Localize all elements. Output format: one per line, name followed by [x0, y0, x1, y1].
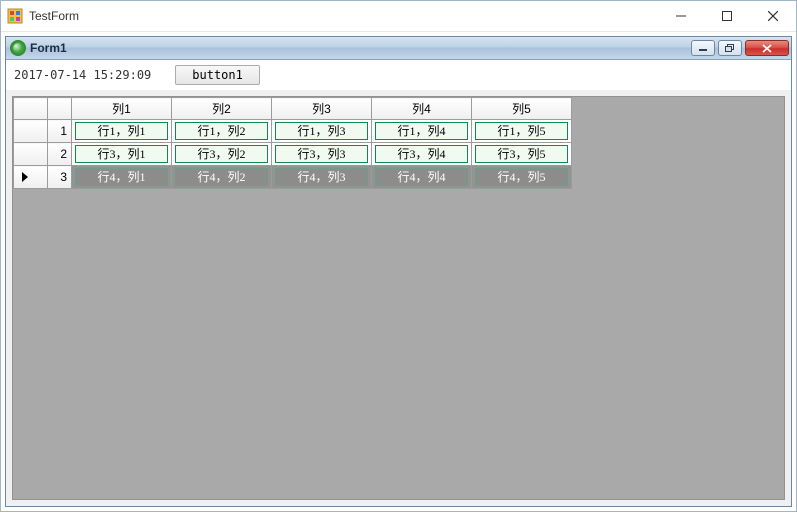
cell[interactable]: 行3，列3 [272, 143, 372, 166]
row-indicator-icon [22, 172, 28, 182]
table-row[interactable]: 1 行1，列1 行1，列2 行1，列3 行1，列4 行1，列5 [14, 120, 572, 143]
datagrid-rownum-header[interactable] [48, 98, 72, 120]
close-button[interactable] [750, 1, 796, 31]
outer-titlebar[interactable]: TestForm [1, 1, 796, 32]
mdi-minimize-button[interactable] [691, 40, 715, 56]
cell[interactable]: 行1，列5 [472, 120, 572, 143]
datagrid-corner[interactable] [14, 98, 48, 120]
cell[interactable]: 行3，列2 [172, 143, 272, 166]
column-header[interactable]: 列2 [172, 98, 272, 120]
cell[interactable]: 行1，列4 [372, 120, 472, 143]
table-row[interactable]: 2 行3，列1 行3，列2 行3，列3 行3，列4 行3，列5 [14, 143, 572, 166]
table-row[interactable]: 3 行4，列1 行4，列2 行4，列3 行4，列4 行4，列5 [14, 166, 572, 189]
cell[interactable]: 行1，列3 [272, 120, 372, 143]
child-window: Form1 2017-07-14 15:29:09 button1 [5, 36, 792, 507]
datagrid[interactable]: 列1 列2 列3 列4 列5 1 行1，列1 [12, 96, 785, 500]
row-header[interactable] [14, 143, 48, 166]
row-header[interactable] [14, 120, 48, 143]
cell[interactable]: 行4，列3 [272, 166, 372, 189]
child-window-title: Form1 [30, 41, 688, 55]
outer-window-title: TestForm [29, 9, 658, 23]
cell[interactable]: 行1，列1 [72, 120, 172, 143]
row-number[interactable]: 2 [48, 143, 72, 166]
row-number[interactable]: 3 [48, 166, 72, 189]
row-number[interactable]: 1 [48, 120, 72, 143]
form-client: 2017-07-14 15:29:09 button1 列1 列2 列3 [6, 60, 791, 506]
cell[interactable]: 行3，列5 [472, 143, 572, 166]
toolbar: 2017-07-14 15:29:09 button1 [6, 60, 791, 90]
maximize-button[interactable] [704, 1, 750, 31]
datagrid-table: 列1 列2 列3 列4 列5 1 行1，列1 [13, 97, 572, 189]
column-header[interactable]: 列5 [472, 98, 572, 120]
cell[interactable]: 行4，列2 [172, 166, 272, 189]
datagrid-header-row: 列1 列2 列3 列4 列5 [14, 98, 572, 120]
app-icon [7, 8, 23, 24]
cell[interactable]: 行3，列1 [72, 143, 172, 166]
mdi-client-area: Form1 2017-07-14 15:29:09 button1 [1, 32, 796, 511]
minimize-button[interactable] [658, 1, 704, 31]
timestamp-label: 2017-07-14 15:29:09 [14, 68, 151, 82]
mdi-close-button[interactable] [745, 40, 789, 56]
column-header[interactable]: 列1 [72, 98, 172, 120]
column-header[interactable]: 列3 [272, 98, 372, 120]
cell[interactable]: 行3，列4 [372, 143, 472, 166]
cell[interactable]: 行4，列1 [72, 166, 172, 189]
app-window: TestForm Form1 [0, 0, 797, 512]
row-header[interactable] [14, 166, 48, 189]
cell[interactable]: 行4，列5 [472, 166, 572, 189]
mdi-restore-button[interactable] [718, 40, 742, 56]
cell[interactable]: 行4，列4 [372, 166, 472, 189]
child-titlebar[interactable]: Form1 [6, 37, 791, 60]
button1[interactable]: button1 [175, 65, 260, 85]
form-icon [10, 40, 26, 56]
cell[interactable]: 行1，列2 [172, 120, 272, 143]
column-header[interactable]: 列4 [372, 98, 472, 120]
